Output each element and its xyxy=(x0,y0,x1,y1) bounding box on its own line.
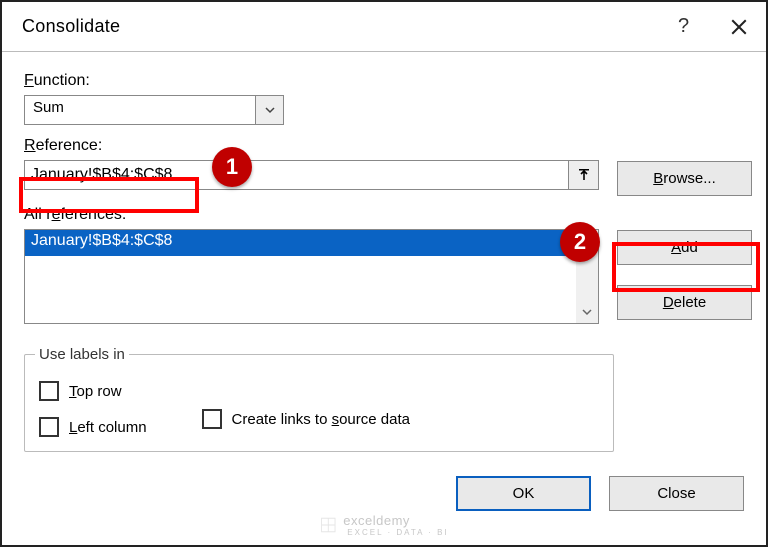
browse-button[interactable]: Browse... xyxy=(617,161,752,196)
close-icon[interactable] xyxy=(711,2,766,52)
fieldset-legend: Use labels in xyxy=(35,346,129,363)
dialog-title: Consolidate xyxy=(22,16,120,37)
function-label: Function: xyxy=(24,72,90,90)
ok-button[interactable]: OK xyxy=(456,476,591,511)
help-button[interactable]: ? xyxy=(656,2,711,52)
top-row-label: Top row xyxy=(69,383,122,400)
watermark: exceldemy EXCEL · DATA · BI xyxy=(319,513,448,537)
range-picker-icon[interactable] xyxy=(569,160,599,190)
create-links-label: Create links to source data xyxy=(232,411,410,428)
all-references-listbox[interactable]: January!$B$4:$C$8 xyxy=(24,229,599,324)
watermark-icon xyxy=(319,516,337,534)
function-value[interactable]: Sum xyxy=(24,95,256,125)
callout-2: 2 xyxy=(560,222,600,262)
callout-1: 1 xyxy=(212,147,252,187)
chevron-down-icon[interactable] xyxy=(256,95,284,125)
create-links-checkbox[interactable] xyxy=(202,409,222,429)
scroll-down-icon[interactable] xyxy=(576,301,598,323)
use-labels-fieldset: Use labels in Top row Left column Create… xyxy=(24,346,614,452)
reference-input[interactable] xyxy=(24,160,569,190)
left-column-label: Left column xyxy=(69,419,147,436)
close-button[interactable]: Close xyxy=(609,476,744,511)
list-item[interactable]: January!$B$4:$C$8 xyxy=(25,230,576,256)
top-row-checkbox[interactable] xyxy=(39,381,59,401)
function-combo[interactable]: Sum xyxy=(24,95,284,125)
add-button[interactable]: Add xyxy=(617,230,752,265)
consolidate-dialog: Consolidate ? Function: Sum Reference: xyxy=(2,2,766,545)
left-column-checkbox[interactable] xyxy=(39,417,59,437)
delete-button[interactable]: Delete xyxy=(617,285,752,320)
titlebar: Consolidate ? xyxy=(2,2,766,52)
all-references-label: All references: xyxy=(24,206,126,224)
reference-label: Reference: xyxy=(24,137,102,155)
